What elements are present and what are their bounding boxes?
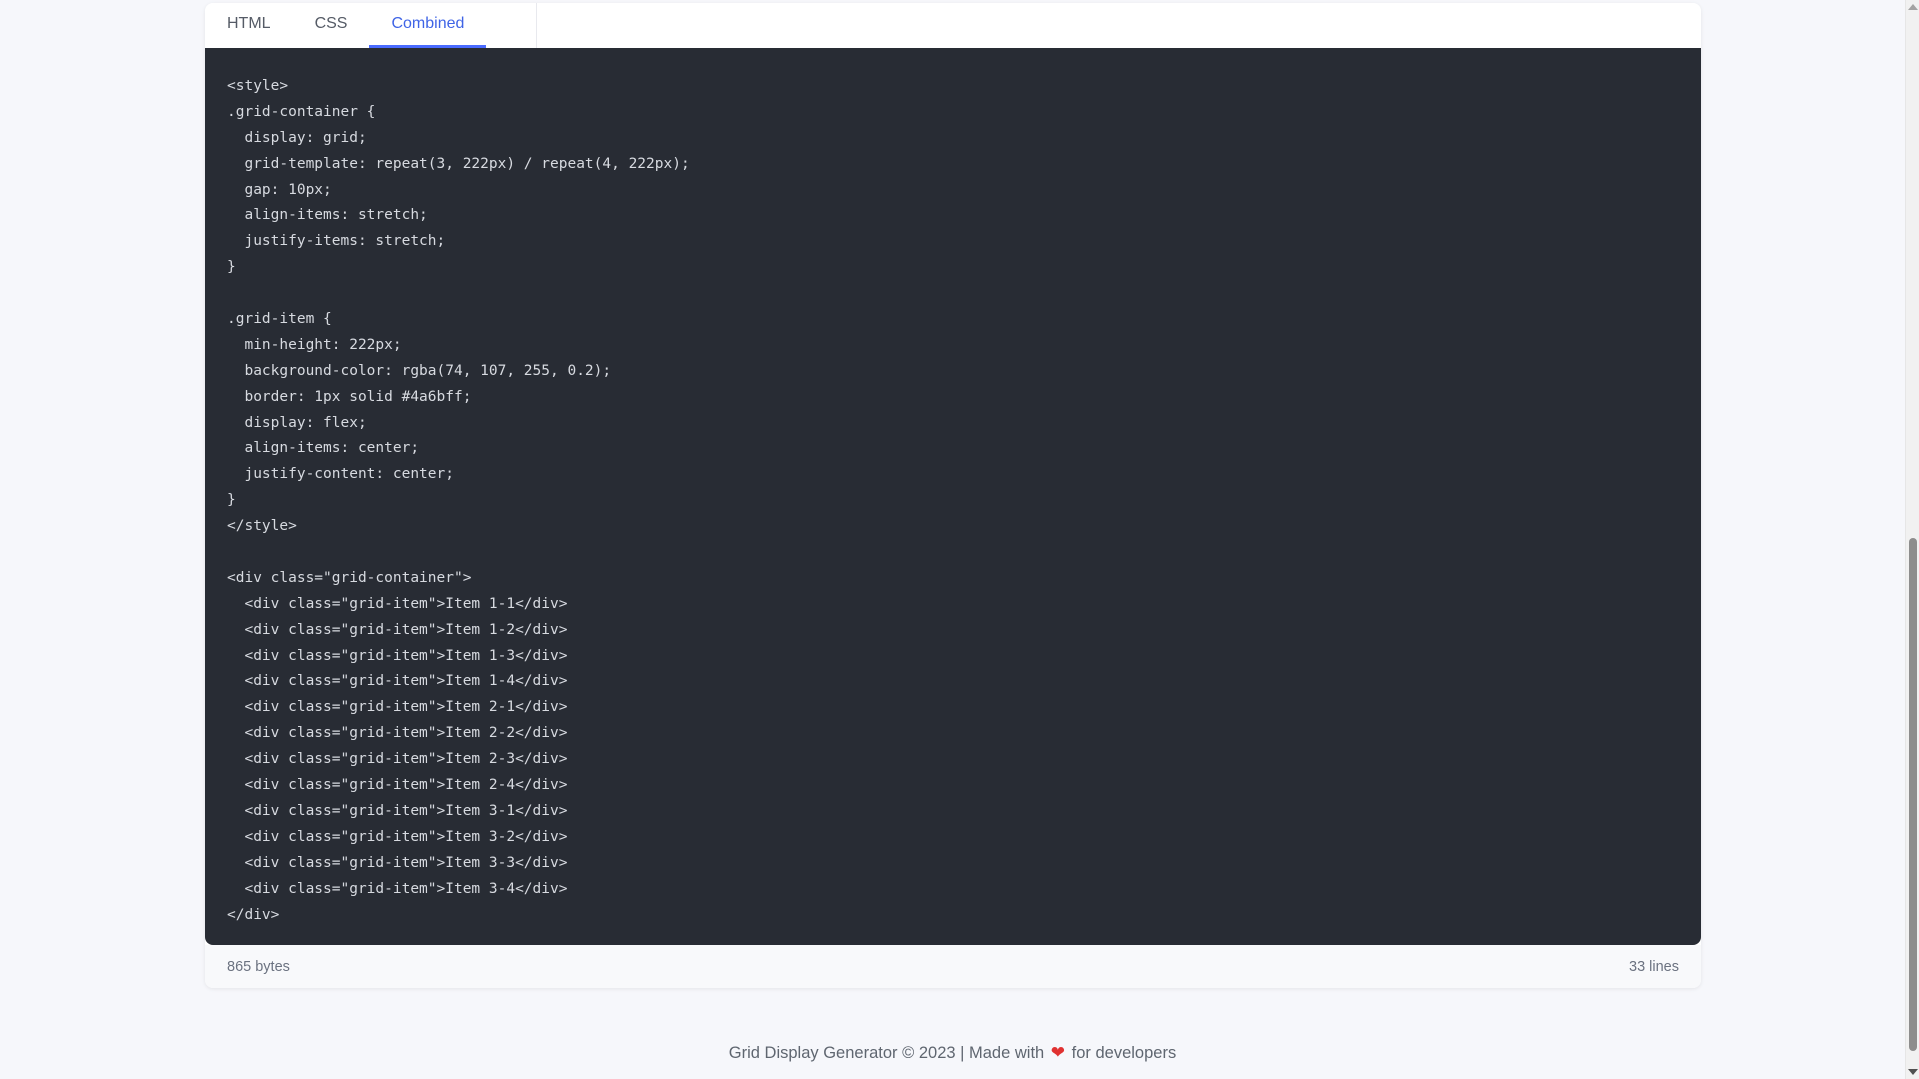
footer-suffix: for developers xyxy=(1071,1044,1177,1062)
code-line: gap: 10px; xyxy=(227,181,332,198)
tab-css[interactable]: CSS xyxy=(293,3,370,48)
code-line: <style> xyxy=(227,78,289,94)
code-line: grid-template: repeat(3, 222px) / repeat… xyxy=(227,155,690,172)
code-line: <div class="grid-item">Item 1-3</div> xyxy=(227,647,568,664)
code-line: <div class="grid-item">Item 3-3</div> xyxy=(227,854,568,871)
code-output-card: HTML CSS Combined <style> .grid-container… xyxy=(205,3,1701,988)
code-line: } xyxy=(227,492,236,509)
code-line: <div class="grid-item">Item 2-4</div> xyxy=(227,777,568,794)
scroll-thumb[interactable] xyxy=(1909,538,1917,1051)
code-line: <div class="grid-item">Item 2-1</div> xyxy=(227,699,568,716)
code-line: <div class="grid-item">Item 1-4</div> xyxy=(227,673,568,690)
byte-count: 865 bytes xyxy=(227,958,290,975)
code-line: } xyxy=(227,259,236,276)
page-footer: Grid Display Generator © 2023 | Made wit… xyxy=(0,1043,1905,1063)
scroll-up-icon[interactable] xyxy=(1908,4,1918,10)
code-line: <div class="grid-item">Item 1-2</div> xyxy=(227,621,568,638)
code-block[interactable]: <style> .grid-container { display: grid; … xyxy=(205,48,1701,945)
code-line: display: flex; xyxy=(227,414,367,431)
code-line: </style> xyxy=(227,518,297,535)
code-line: justify-content: center; xyxy=(227,466,454,483)
heart-icon: ❤ xyxy=(1050,1043,1066,1062)
code-line: .grid-container { xyxy=(227,103,376,120)
code-line: .grid-item { xyxy=(227,311,332,328)
code-stats-bar: 865 bytes 33 lines xyxy=(205,945,1701,988)
code-line: background-color: rgba(74, 107, 255, 0.2… xyxy=(227,362,612,379)
code-line: <div class="grid-item">Item 3-1</div> xyxy=(227,802,568,819)
output-tabs: HTML CSS Combined xyxy=(205,3,1701,48)
tabs-divider xyxy=(536,3,538,48)
code-line: </div> xyxy=(227,906,280,923)
code-line: border: 1px solid #4a6bff; xyxy=(227,388,472,405)
code-line: align-items: stretch; xyxy=(227,207,428,224)
tab-html[interactable]: HTML xyxy=(205,3,293,48)
line-count: 33 lines xyxy=(1629,958,1679,975)
code-line: <div class="grid-item">Item 2-2</div> xyxy=(227,725,568,742)
code-line: <div class="grid-item">Item 3-4</div> xyxy=(227,880,568,897)
code-line: display: grid; xyxy=(227,129,367,146)
vertical-scrollbar[interactable] xyxy=(1905,0,1919,1079)
tab-combined[interactable]: Combined xyxy=(369,3,487,48)
code-line: <div class="grid-container"> xyxy=(227,569,472,586)
code-line: justify-items: stretch; xyxy=(227,233,446,250)
footer-prefix: Grid Display Generator © 2023 | Made wit… xyxy=(728,1044,1045,1062)
code-line: <div class="grid-item">Item 1-1</div> xyxy=(227,595,568,612)
code-line: align-items: center; xyxy=(227,440,420,457)
scroll-down-icon[interactable] xyxy=(1908,1069,1918,1075)
code-line: <div class="grid-item">Item 3-2</div> xyxy=(227,828,568,845)
code-line: min-height: 222px; xyxy=(227,336,402,353)
code-line: <div class="grid-item">Item 2-3</div> xyxy=(227,751,568,768)
